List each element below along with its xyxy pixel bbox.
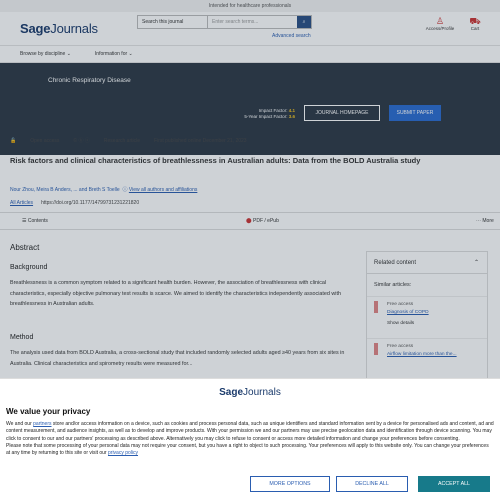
privacy-policy-link[interactable]: privacy policy	[108, 450, 138, 456]
consent-heading: We value your privacy	[6, 407, 91, 416]
cookie-consent-dialog: SageJournals We value your privacy We an…	[0, 378, 500, 500]
more-options-button[interactable]: MORE OPTIONS	[250, 476, 330, 492]
partners-link[interactable]: partners	[33, 421, 51, 427]
decline-all-button[interactable]: DECLINE ALL	[336, 476, 408, 492]
consent-logo: SageJournals	[0, 387, 500, 398]
consent-text-main: store and/or access information on a dev…	[6, 421, 494, 442]
consent-text: We and our partners store and/or access …	[6, 421, 494, 457]
accept-all-button[interactable]: ACCEPT ALL	[418, 476, 490, 492]
consent-text-second: Please note that some processing of your…	[6, 442, 489, 457]
consent-logo-rest: Journals	[243, 387, 281, 398]
consent-text-start: We and our	[6, 421, 34, 427]
consent-logo-bold: Sage	[219, 387, 244, 398]
